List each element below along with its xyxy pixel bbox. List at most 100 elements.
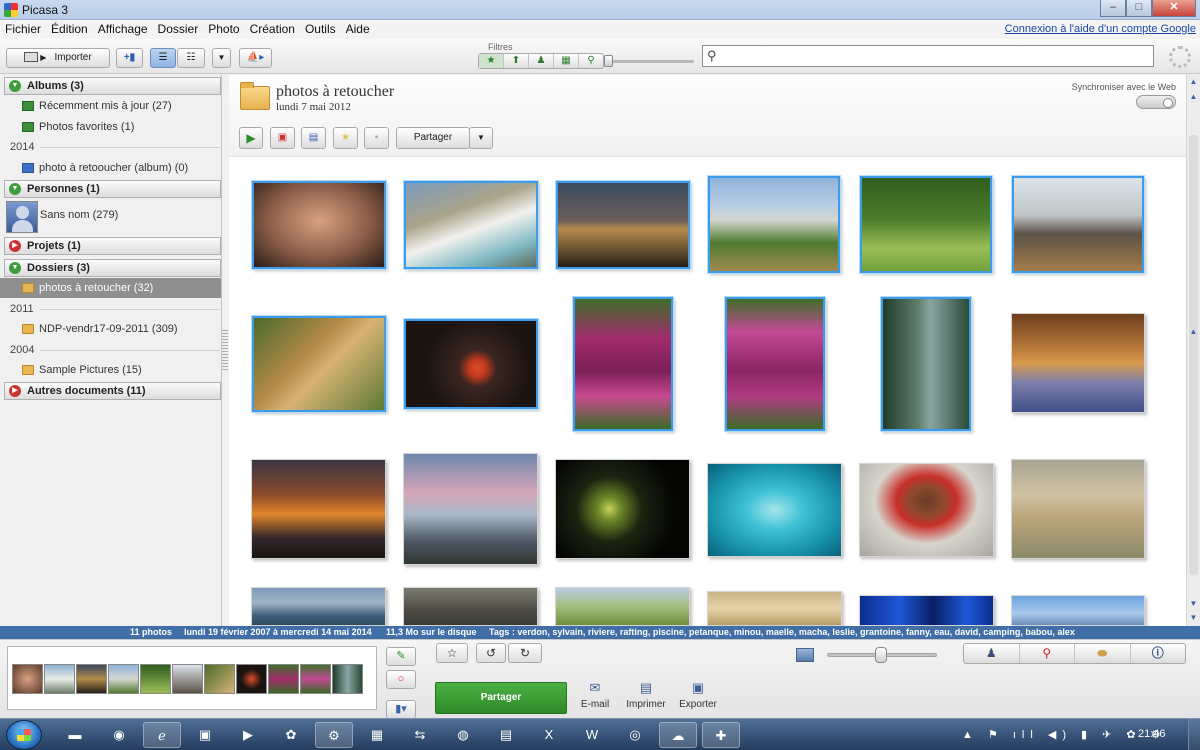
search-input[interactable]	[723, 48, 1143, 64]
scrollbar-thumb[interactable]	[1189, 135, 1198, 575]
taskbar-word[interactable]: W	[573, 722, 611, 748]
menu-edition[interactable]: Édition	[46, 20, 93, 36]
tray-thumbnail[interactable]	[268, 664, 299, 694]
photo-thumbnail-sand[interactable]	[707, 591, 842, 626]
properties-panel-button[interactable]: ⓘ	[1131, 644, 1186, 663]
add-to-album-tray-button[interactable]: ▮▾	[386, 700, 416, 719]
photo-thumbnail-tulips-2[interactable]	[725, 297, 825, 431]
close-button[interactable]: ✕	[1152, 0, 1196, 17]
sidebar-splitter-handle[interactable]	[222, 330, 228, 370]
photo-thumbnail-cheetahs[interactable]	[252, 316, 386, 412]
print-button[interactable]: ▤ Imprimer	[621, 681, 671, 711]
photo-thumbnail-reeds[interactable]	[403, 587, 538, 626]
sidebar-item-ndp-folder[interactable]: NDP-vendr17-09-2011 (309)	[0, 319, 221, 339]
share-photos-button[interactable]: Partager	[435, 682, 567, 714]
star-filter-button[interactable]: ★	[479, 54, 504, 68]
tags-panel-button[interactable]: ⬬	[1075, 644, 1131, 663]
import-button[interactable]: ▶ Importer	[6, 48, 110, 68]
tray-thumbnail[interactable]	[332, 664, 363, 694]
sidebar-item-photos-retoucher[interactable]: photos à retoucher (32)	[0, 278, 221, 298]
taskbar-app-14[interactable]: ◎	[616, 722, 654, 748]
taskbar-firefox[interactable]: ◉	[100, 722, 138, 748]
scroll-page-up-icon[interactable]: ▲	[1187, 325, 1200, 339]
save-button[interactable]: ▪	[364, 127, 389, 149]
photo-thumbnail-maasai-woman[interactable]	[859, 463, 994, 557]
export-button[interactable]: ▣ Exporter	[673, 681, 723, 711]
menu-outils[interactable]: Outils	[300, 20, 341, 36]
photo-thumbnail-elephants-eagle[interactable]	[1012, 176, 1144, 273]
collage-button[interactable]: ▣	[270, 127, 295, 149]
thumbnail-size-slider[interactable]	[827, 647, 937, 663]
photo-thumbnail-canyon[interactable]	[404, 181, 538, 269]
scroll-bottom-icon[interactable]: ▼	[1187, 611, 1200, 625]
start-button[interactable]	[6, 720, 42, 750]
email-button[interactable]: ✉ E-mail	[570, 681, 620, 711]
photo-thumbnail-lion-reflection[interactable]	[1011, 313, 1145, 413]
maximize-button[interactable]: □	[1126, 0, 1152, 17]
taskbar-picasa[interactable]: ✚	[702, 722, 740, 748]
thumbnail-size-knob[interactable]	[875, 647, 887, 663]
person-avatar[interactable]	[6, 201, 38, 233]
expand-triangle-icon[interactable]: ▼	[9, 183, 21, 195]
collapse-triangle-icon[interactable]: ▶	[9, 240, 21, 252]
geotag-filter-button[interactable]: ⚲	[579, 54, 603, 68]
taskbar-app-6[interactable]: ✿	[272, 722, 310, 748]
movie-button[interactable]: ▤	[301, 127, 326, 149]
photo-thumbnail-forest[interactable]	[881, 297, 971, 431]
sidebar-item-favorites[interactable]: Photos favorites (1)	[0, 117, 221, 137]
tray-thumbnail[interactable]	[300, 664, 331, 694]
taskbar-excel[interactable]: X	[530, 722, 568, 748]
taskbar-app-11[interactable]: ▤	[487, 722, 525, 748]
photo-thumbnail-tulips-1[interactable]	[573, 297, 673, 431]
add-to-album-button[interactable]: +▮	[116, 48, 143, 68]
taskbar-app-9[interactable]: ⇆	[401, 722, 439, 748]
menu-creation[interactable]: Création	[245, 20, 300, 36]
menu-fichier[interactable]: Fichier	[0, 20, 46, 36]
taskbar-app-15[interactable]: ☁	[659, 722, 697, 748]
taskbar-clock[interactable]: 21:46	[1138, 728, 1166, 740]
taskbar-chrome[interactable]: ◍	[444, 722, 482, 748]
photo-thumbnail-sunset[interactable]	[251, 459, 386, 559]
share-dropdown-button[interactable]: ▼	[469, 127, 493, 149]
other-docs-section-header[interactable]: ▶ Autres documents (11)	[4, 382, 221, 400]
vertical-scrollbar[interactable]: ▲ ▲ ▲ ▼ ▼	[1186, 75, 1200, 626]
photo-thumbnail-zebras[interactable]	[860, 176, 992, 273]
clear-tray-button[interactable]: ○	[386, 670, 416, 689]
expand-triangle-icon[interactable]: ▼	[9, 262, 21, 274]
taskbar-app-8[interactable]: ▦	[358, 722, 396, 748]
photo-thumbnail-elephant-dusk[interactable]	[556, 181, 690, 269]
date-filter-slider-knob[interactable]	[604, 55, 613, 67]
albums-section-header[interactable]: ▼ Albums (3)	[4, 77, 221, 95]
sidebar-item-sample-pictures[interactable]: Sample Pictures (15)	[0, 360, 221, 380]
taskbar-media-player[interactable]: ▶	[229, 722, 267, 748]
tray-thumbnail[interactable]	[236, 664, 267, 694]
menu-photo[interactable]: Photo	[203, 20, 244, 36]
slideshow-button[interactable]: ▶	[239, 127, 263, 149]
view-dropdown-button[interactable]: ▼	[212, 48, 231, 68]
sidebar-item-retouch-album[interactable]: photo à retooucher (album) (0)	[0, 158, 221, 178]
tray-thumbnail[interactable]	[204, 664, 235, 694]
people-section-header[interactable]: ▼ Personnes (1)	[4, 180, 221, 198]
photo-thumbnail-fern-heart[interactable]	[555, 459, 690, 559]
sync-web-toggle[interactable]	[1136, 95, 1176, 109]
search-box[interactable]: ⚲	[702, 45, 1154, 67]
photo-thumbnail-cheetah-cubs[interactable]	[1011, 459, 1145, 559]
tray-thumbnail[interactable]	[140, 664, 171, 694]
taskbar-app-4[interactable]: ▣	[186, 722, 224, 748]
show-desktop-button[interactable]	[1188, 719, 1200, 750]
menu-aide[interactable]: Aide	[341, 20, 375, 36]
photo-thumbnail-kilimanjaro[interactable]	[708, 176, 840, 273]
places-panel-button[interactable]: ⚲	[1020, 644, 1075, 663]
photo-thumbnail-lake-tree[interactable]	[403, 453, 538, 565]
people-filter-button[interactable]: ♟	[529, 54, 554, 68]
photo-thumbnail-manatee[interactable]	[707, 463, 842, 557]
photo-thumbnail-blue-pillars[interactable]	[859, 595, 994, 626]
tray-thumbnail[interactable]	[12, 664, 43, 694]
tree-view-button[interactable]: ☷	[177, 48, 205, 68]
folders-section-header[interactable]: ▼ Dossiers (3)	[4, 259, 221, 277]
google-signin-link[interactable]: Connexion à l'aide d'un compte Google	[1005, 23, 1196, 35]
system-tray-icons[interactable]: ▲ ⚑ ıll ◀) ▮ ✈ ✿ ⚙	[962, 728, 1167, 741]
folder-title[interactable]: photos à retoucher	[276, 83, 394, 101]
scroll-up-icon[interactable]: ▲	[1187, 90, 1200, 104]
star-folder-button[interactable]: ★	[333, 127, 358, 149]
